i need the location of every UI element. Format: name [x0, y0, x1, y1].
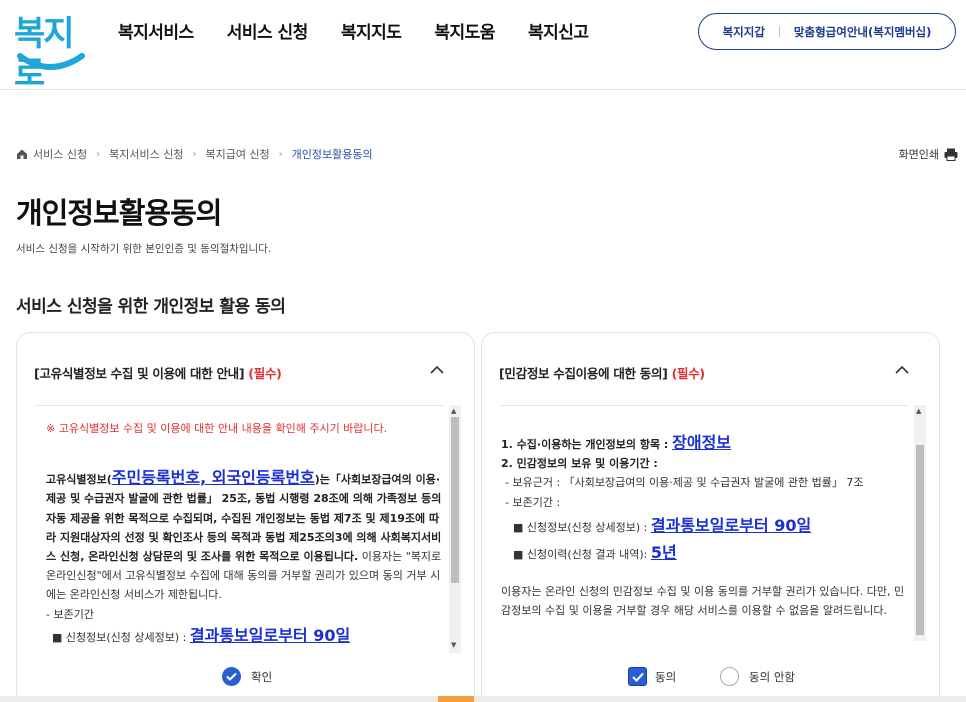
main-nav: 복지서비스 서비스 신청 복지지도 복지도움 복지신고 — [118, 20, 622, 46]
bottom-bar — [0, 696, 966, 702]
chevron-right-icon: › — [278, 148, 283, 160]
chevron-right-icon: › — [96, 148, 101, 160]
print-button[interactable]: 화면인쇄 — [899, 146, 958, 162]
scrollbar-thumb[interactable] — [451, 417, 459, 583]
agree-option[interactable]: 동의 — [628, 667, 676, 686]
top-links-pill: 복지지갑 맞춤형급여안내(복지멤버십) — [698, 13, 956, 50]
print-label: 화면인쇄 — [898, 148, 939, 161]
breadcrumb-item[interactable]: 복지급여 신청 — [205, 146, 269, 162]
confirm-label: 확인 — [251, 669, 273, 684]
item1-label: 1. 수집·이용하는 개인정보의 항목 : — [501, 438, 673, 451]
breadcrumb-item[interactable]: 복지서비스 신청 — [109, 146, 183, 162]
disagree-label: 동의 안함 — [749, 669, 795, 684]
nav-welfare-services[interactable]: 복지서비스 — [118, 20, 194, 46]
ret1-label: ■ 신청정보(신청 상세정보) : — [513, 520, 651, 534]
scrollbar[interactable]: ▲ — [914, 405, 926, 641]
nav-welfare-help[interactable]: 복지도움 — [434, 20, 495, 46]
checkbox-checked-icon — [628, 667, 647, 686]
warning-text: ※ 고유식별정보 수집 및 이용에 대한 안내 내용을 확인해 주시기 바랍니다… — [46, 422, 388, 435]
retention-row-1: ■ 신청정보(신청 상세정보) : 결과통보일로부터 90일 — [513, 516, 913, 537]
printer-icon — [944, 148, 958, 161]
logo[interactable]: 복지로 — [14, 14, 92, 94]
site-header: 복지로 복지서비스 서비스 신청 복지지도 복지도움 복지신고 복지지갑 맞춤형… — [0, 0, 966, 94]
chevron-up-icon[interactable] — [895, 365, 909, 374]
sensitive-info-consent-card: [민감정보 수집이용에 대한 동의] (필수) 1. 수집·이용하는 개인정보의 … — [481, 332, 940, 702]
required-badge: (필수) — [671, 366, 706, 381]
ret2-label: ■ 신청이력(신청 결과 내역): — [513, 548, 651, 562]
consent-text: 1. 수집·이용하는 개인정보의 항목 : 장애정보 2. 민감정보의 보유 및… — [501, 405, 913, 621]
ret1-value[interactable]: 결과통보일로부터 90일 — [651, 516, 811, 535]
retention-item-label: ■ 신청정보(신청 상세정보) : — [52, 630, 190, 644]
item1: 1. 수집·이용하는 개인정보의 항목 : 장애정보 — [501, 433, 913, 454]
consent-text: ※ 고유식별정보 수집 및 이용에 대한 안내 내용을 확인해 주시기 바랍니다… — [46, 405, 446, 647]
scrollbar[interactable]: ▲ ▼ — [449, 405, 461, 653]
consent-text-scrollbox[interactable]: 1. 수집·이용하는 개인정보의 항목 : 장애정보 2. 민감정보의 보유 및… — [499, 405, 926, 653]
membership-link[interactable]: 맞춤형급여안내(복지멤버십) — [794, 24, 931, 40]
consent-body: 고유식별정보(주민등록번호, 외국인등록번호)는「사회보장급여의 이용·제공 및… — [46, 468, 446, 604]
agree-label: 동의 — [655, 669, 677, 684]
retention-label: - 보존기간 — [46, 607, 94, 621]
disagree-option[interactable]: 동의 안함 — [720, 667, 795, 686]
scroll-up-arrow-icon[interactable]: ▲ — [451, 407, 456, 415]
home-icon[interactable] — [16, 148, 28, 160]
confirm-checkbox[interactable]: 확인 — [222, 667, 272, 686]
nav-service-apply[interactable]: 서비스 신청 — [227, 20, 309, 46]
retention-item: ■ 신청정보(신청 상세정보) : 결과통보일로부터 90일 — [46, 626, 446, 647]
orange-tab[interactable] — [438, 696, 474, 702]
nav-welfare-report[interactable]: 복지신고 — [528, 20, 589, 46]
notice-text: 이용자는 온라인 신청의 민감정보 수집 및 이용 동의를 거부할 권리가 있습… — [501, 585, 905, 618]
retention-text: - 보존기간 : — [505, 495, 561, 509]
wallet-link[interactable]: 복지지갑 — [723, 24, 765, 40]
item2-label: 2. 민감정보의 보유 및 이용기간 : — [501, 457, 658, 471]
logo-smile-icon — [17, 53, 85, 70]
scroll-down-arrow-icon[interactable]: ▼ — [451, 641, 456, 649]
radio-unchecked-icon — [720, 667, 739, 686]
section-title: 서비스 신청을 위한 개인정보 활용 동의 — [16, 297, 286, 317]
breadcrumb-current: 개인정보활용동의 — [291, 148, 373, 161]
retention-row-2: ■ 신청이력(신청 결과 내역): 5년 — [513, 543, 913, 564]
ret2-value[interactable]: 5년 — [651, 543, 677, 562]
consent-text-scrollbox[interactable]: ※ 고유식별정보 수집 및 이용에 대한 안내 내용을 확인해 주시기 바랍니다… — [34, 405, 461, 653]
retention-item-value[interactable]: 결과통보일로부터 90일 — [190, 626, 350, 645]
chevron-up-icon[interactable] — [430, 365, 444, 374]
card-heading-text: [고유식별정보 수집 및 이용에 대한 안내] — [34, 366, 245, 381]
page-description: 서비스 신청을 시작하기 위한 본인인증 및 동의절차입니다. — [16, 243, 272, 255]
required-badge: (필수) — [248, 366, 282, 381]
pill-divider — [778, 26, 780, 37]
card-heading-text: [민감정보 수집이용에 대한 동의] — [499, 366, 668, 381]
unique-id-consent-card: [고유식별정보 수집 및 이용에 대한 안내] (필수) ※ 고유식별정보 수집 … — [16, 332, 475, 702]
check-circle-icon — [222, 667, 241, 686]
card-heading: [고유식별정보 수집 및 이용에 대한 안내] (필수) — [34, 363, 282, 382]
scroll-up-arrow-icon[interactable]: ▲ — [916, 407, 921, 415]
card-heading: [민감정보 수집이용에 대한 동의] (필수) — [499, 363, 705, 382]
nav-welfare-map[interactable]: 복지지도 — [341, 20, 402, 46]
breadcrumb: 서비스 신청 › 복지서비스 신청 › 복지급여 신청 › 개인정보활용동의 — [16, 146, 373, 162]
body-prefix: 고유식별정보( — [46, 473, 112, 487]
page-title: 개인정보활용동의 — [16, 196, 222, 230]
breadcrumb-item[interactable]: 서비스 신청 — [33, 146, 87, 162]
chevron-right-icon: › — [192, 148, 197, 160]
scrollbar-thumb[interactable] — [916, 445, 924, 635]
id-number-link[interactable]: 주민등록번호, 외국인등록번호 — [112, 468, 315, 487]
basis-text: - 보유근거 : 「사회보장급여의 이용·제공 및 수급권자 발굴에 관한 법률… — [505, 476, 864, 490]
item1-value[interactable]: 장애정보 — [672, 433, 731, 452]
